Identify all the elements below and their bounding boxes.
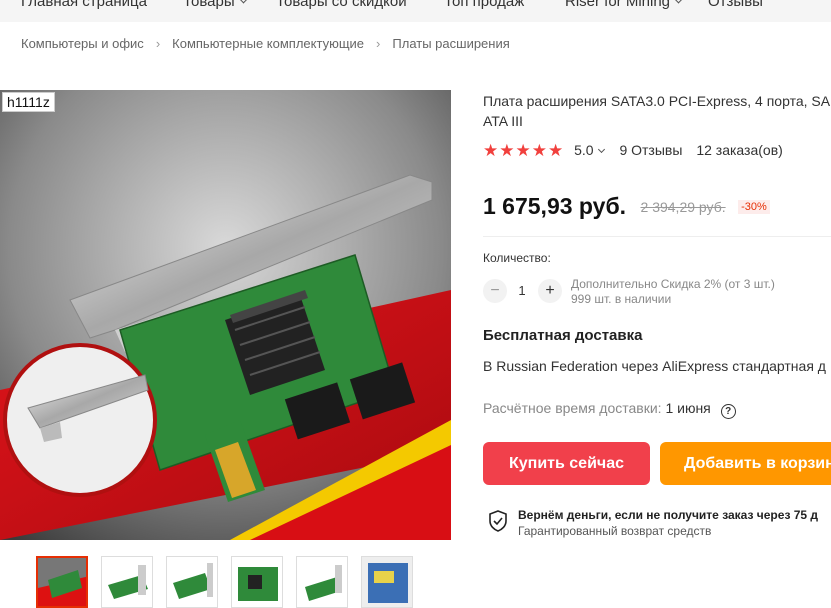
product-photo	[0, 90, 451, 540]
stock-text: 999 шт. в наличии	[571, 292, 672, 306]
shield-check-icon	[489, 510, 507, 532]
current-price: 1 675,93 руб.	[483, 193, 627, 219]
nav-item-products[interactable]: Товары	[183, 0, 249, 10]
thumbnail[interactable]	[101, 556, 153, 608]
breadcrumb-link[interactable]: Компьютерные комплектующие	[172, 36, 364, 51]
product-main-image[interactable]: h1111z	[0, 90, 451, 540]
increase-quantity-button[interactable]: +	[538, 279, 562, 303]
breadcrumb-link[interactable]: Компьютеры и офис	[21, 36, 144, 51]
thumbnail[interactable]	[296, 556, 348, 608]
star-rating-icon: ★★★★★	[483, 141, 565, 160]
thumbnail[interactable]	[36, 556, 88, 608]
shipping-method: В Russian Federation через AliExpress ст…	[483, 358, 826, 374]
nav-item-label: Главная страница	[21, 0, 147, 10]
product-title-line: Плата расширения SATA3.0 PCI-Express, 4 …	[483, 93, 831, 109]
thumbnail[interactable]	[166, 556, 218, 608]
old-price: 2 394,29 руб.	[640, 198, 726, 215]
quantity-value[interactable]: 1	[516, 283, 528, 298]
delivery-estimate-label: Расчётное время доставки:	[483, 400, 662, 416]
quantity-info: Дополнительно Скидка 2% (от 3 шт.) 999 ш…	[571, 277, 775, 307]
product-title: Плата расширения SATA3.0 PCI-Express, 4 …	[483, 91, 831, 131]
orders-count: 12 заказа(ов)	[696, 142, 783, 158]
delivery-date: 1 июня	[665, 400, 711, 416]
nav-item-discounts[interactable]: Товары со скидкой	[276, 0, 407, 10]
add-to-cart-button[interactable]: Добавить в корзин	[660, 442, 831, 485]
price-row: 1 675,93 руб. 2 394,29 руб. -30%	[483, 193, 770, 220]
nav-item-label: Riser for Mining	[565, 0, 671, 10]
quantity-label: Количество:	[483, 251, 551, 265]
nav-item-reviews[interactable]: Отзывы	[708, 0, 763, 10]
guarantee-subtitle: Гарантированный возврат средств	[518, 524, 712, 538]
breadcrumb-separator-icon: ›	[155, 36, 161, 51]
breadcrumb-link[interactable]: Платы расширения	[392, 36, 509, 51]
breadcrumb-separator-icon: ›	[376, 36, 381, 51]
delivery-estimate: Расчётное время доставки: 1 июня ?	[483, 400, 736, 419]
chevron-down-icon	[238, 0, 249, 4]
nav-item-label: Отзывы	[708, 0, 763, 10]
nav-item-top-sales[interactable]: Топ продаж	[444, 0, 524, 10]
chevron-down-icon	[597, 145, 605, 154]
nav-item-label: Товары со скидкой	[276, 0, 407, 10]
breadcrumb: Компьютеры и офис › Компьютерные комплекту…	[21, 36, 510, 51]
shipping-title: Бесплатная доставка	[483, 327, 643, 344]
decrease-quantity-button[interactable]: −	[483, 279, 507, 303]
thumbnail[interactable]	[361, 556, 413, 608]
help-icon[interactable]: ?	[720, 404, 736, 419]
extra-discount-text: Дополнительно Скидка 2% (от 3 шт.)	[571, 277, 775, 291]
product-title-line: ATA III	[483, 113, 523, 129]
reviews-link[interactable]: 9 Отзывы	[619, 142, 682, 158]
thumbnail[interactable]	[231, 556, 283, 608]
buy-now-button[interactable]: Купить сейчас	[483, 442, 650, 485]
nav-item-label: Товары	[183, 0, 235, 10]
nav-item-label: Топ продаж	[444, 0, 525, 10]
nav-item-riser[interactable]: Riser for Mining	[565, 0, 684, 10]
rating-value[interactable]: 5.0	[574, 142, 593, 158]
rating-row: ★★★★★ 5.0 9 Отзывы 12 заказа(ов)	[483, 141, 783, 161]
discount-badge: -30%	[738, 199, 770, 214]
store-badge: h1111z	[2, 92, 55, 112]
divider	[483, 236, 831, 237]
chevron-down-icon	[673, 0, 684, 4]
guarantee-title: Вернём деньги, если не получите заказ че…	[518, 508, 819, 522]
top-nav: Главная страница Товары Товары со скидко…	[0, 0, 831, 22]
nav-item-home[interactable]: Главная страница	[21, 0, 147, 10]
